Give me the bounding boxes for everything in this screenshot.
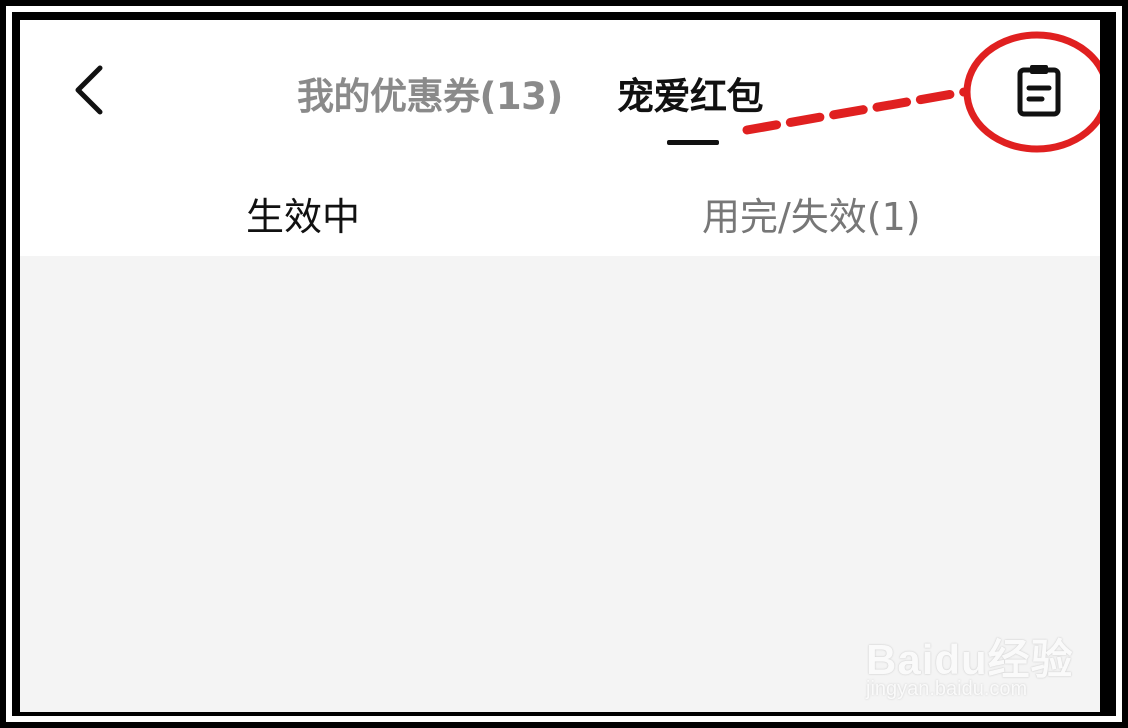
- top-bar: 我的优惠券(13) 宠爱红包: [20, 20, 1100, 170]
- status-tabs: 生效中 用完/失效(1): [20, 170, 1100, 256]
- tab-active[interactable]: 生效中: [246, 186, 360, 241]
- records-button[interactable]: [1012, 62, 1066, 120]
- chevron-left-icon: [75, 65, 103, 115]
- tab-used-expired[interactable]: 用完/失效(1): [702, 186, 921, 241]
- watermark-url: jingyan.baidu.com: [866, 678, 1028, 700]
- tab-red-packets[interactable]: 宠爱红包: [617, 66, 764, 120]
- active-tab-indicator: [667, 140, 719, 145]
- back-button[interactable]: [66, 60, 116, 120]
- clipboard-list-icon: [1017, 65, 1061, 117]
- watermark: Baidu经验 jingyan.baidu.com: [866, 620, 1076, 710]
- app-screen: 我的优惠券(13) 宠爱红包 生效中 用完/失效(1) Baidu经验 jing…: [20, 20, 1100, 712]
- tab-my-coupons[interactable]: 我的优惠券(13): [297, 66, 563, 120]
